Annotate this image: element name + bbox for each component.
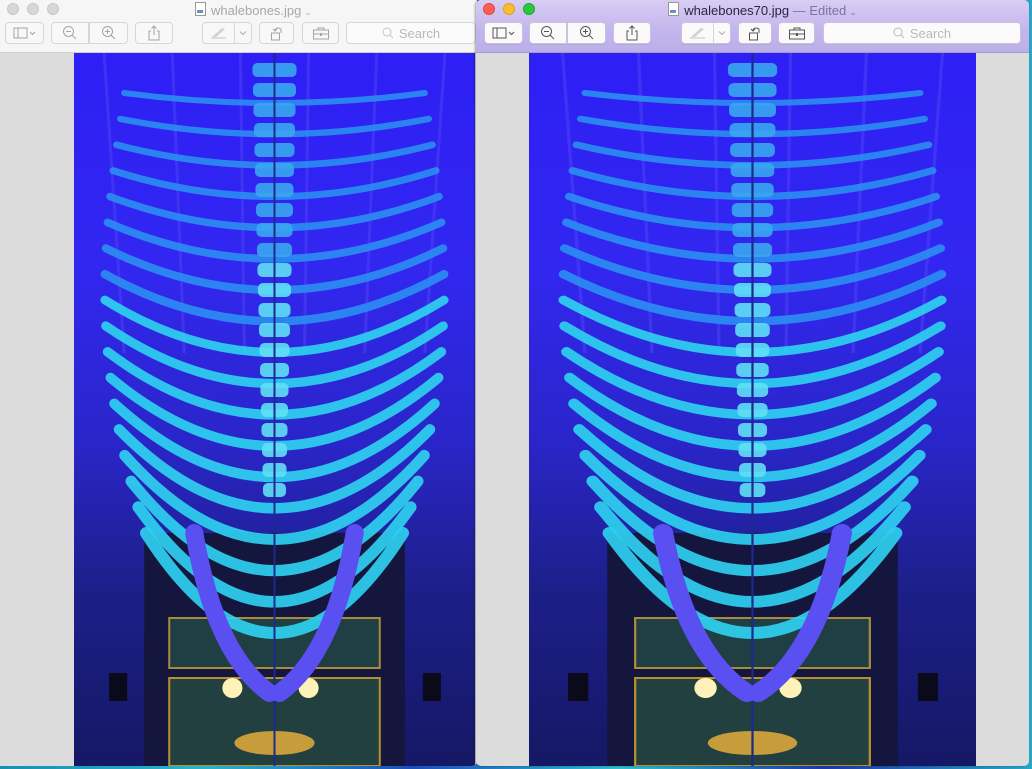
window-title-text: whalebones.jpg [211, 3, 302, 18]
lamp-glow-left [694, 678, 717, 698]
share-button[interactable] [613, 22, 651, 44]
rotate-left-icon [270, 27, 281, 41]
title-bar[interactable]: whalebones70.jpg — Edited ⌄ Search [476, 0, 1029, 53]
markup-button[interactable] [202, 22, 252, 44]
share-icon [148, 25, 160, 41]
zoom-out-icon [541, 26, 555, 40]
search-field[interactable]: Search [346, 22, 476, 44]
speaker-right [422, 673, 441, 701]
chevron-down-icon [239, 31, 247, 36]
toolbox-icon [312, 27, 329, 40]
share-button[interactable] [135, 22, 173, 44]
toolbox-button[interactable] [778, 22, 815, 44]
whale-skeleton-photo [100, 53, 449, 766]
pen-icon [210, 28, 226, 39]
share-icon [626, 25, 638, 41]
markup-main[interactable] [682, 27, 713, 39]
markup-dropdown[interactable] [235, 30, 251, 36]
search-placeholder: Search [909, 25, 952, 41]
ceiling-beam [303, 53, 311, 354]
zoom-in-button[interactable] [89, 22, 128, 44]
search-placeholder: Search [398, 25, 441, 41]
sidebar-toggle-button[interactable] [484, 22, 523, 44]
preview-window-whalebones[interactable]: whalebones.jpg ⌄ Search [0, 0, 477, 766]
zoom-out-icon [63, 26, 77, 40]
rotate-left-icon [749, 27, 760, 41]
rotate-button[interactable] [738, 22, 772, 44]
search-icon [382, 27, 394, 39]
zoom-out-button[interactable] [529, 22, 567, 44]
zoom-in-icon [101, 26, 115, 40]
search-field[interactable]: Search [823, 22, 1021, 44]
ceiling-beam [238, 53, 246, 354]
rotate-button[interactable] [259, 22, 294, 44]
markup-button[interactable] [681, 22, 731, 44]
title-bar[interactable]: whalebones.jpg ⌄ Search [0, 0, 477, 53]
document-icon [195, 2, 207, 16]
edited-status: — Edited [792, 3, 847, 18]
pen-icon [689, 28, 705, 39]
sidebar-icon [492, 27, 514, 39]
preview-window-whalebones70[interactable]: whalebones70.jpg — Edited ⌄ Search [476, 0, 1029, 766]
zoom-out-button[interactable] [51, 22, 89, 44]
sidebar-toggle-button[interactable] [5, 22, 44, 44]
search-icon [893, 27, 905, 39]
speaker-left [568, 673, 589, 701]
toolbox-button[interactable] [302, 22, 339, 44]
document-icon [668, 2, 680, 16]
markup-main[interactable] [203, 27, 234, 39]
image-canvas[interactable] [529, 53, 976, 766]
window-title-text: whalebones70.jpg [684, 3, 790, 18]
ceiling-beam [712, 53, 721, 354]
zoom-in-button[interactable] [567, 22, 606, 44]
zoom-in-icon [579, 26, 593, 40]
window-title[interactable]: whalebones.jpg ⌄ [0, 2, 477, 20]
chevron-down-icon [718, 31, 726, 36]
image-canvas[interactable] [74, 53, 475, 766]
whale-skeleton-photo [558, 53, 947, 766]
markup-dropdown[interactable] [714, 30, 730, 36]
toolbar: Search [476, 22, 1029, 46]
window-title[interactable]: whalebones70.jpg — Edited ⌄ [476, 2, 1029, 20]
toolbar: Search [0, 22, 477, 46]
sidebar-icon [13, 27, 35, 39]
chevron-down-icon[interactable]: ⌄ [304, 7, 312, 17]
ceiling-beam [784, 53, 793, 354]
chevron-down-icon[interactable]: ⌄ [849, 7, 857, 17]
speaker-left [109, 673, 128, 701]
lamp-glow-left [222, 678, 243, 698]
speaker-right [917, 673, 939, 701]
toolbox-icon [788, 27, 805, 40]
